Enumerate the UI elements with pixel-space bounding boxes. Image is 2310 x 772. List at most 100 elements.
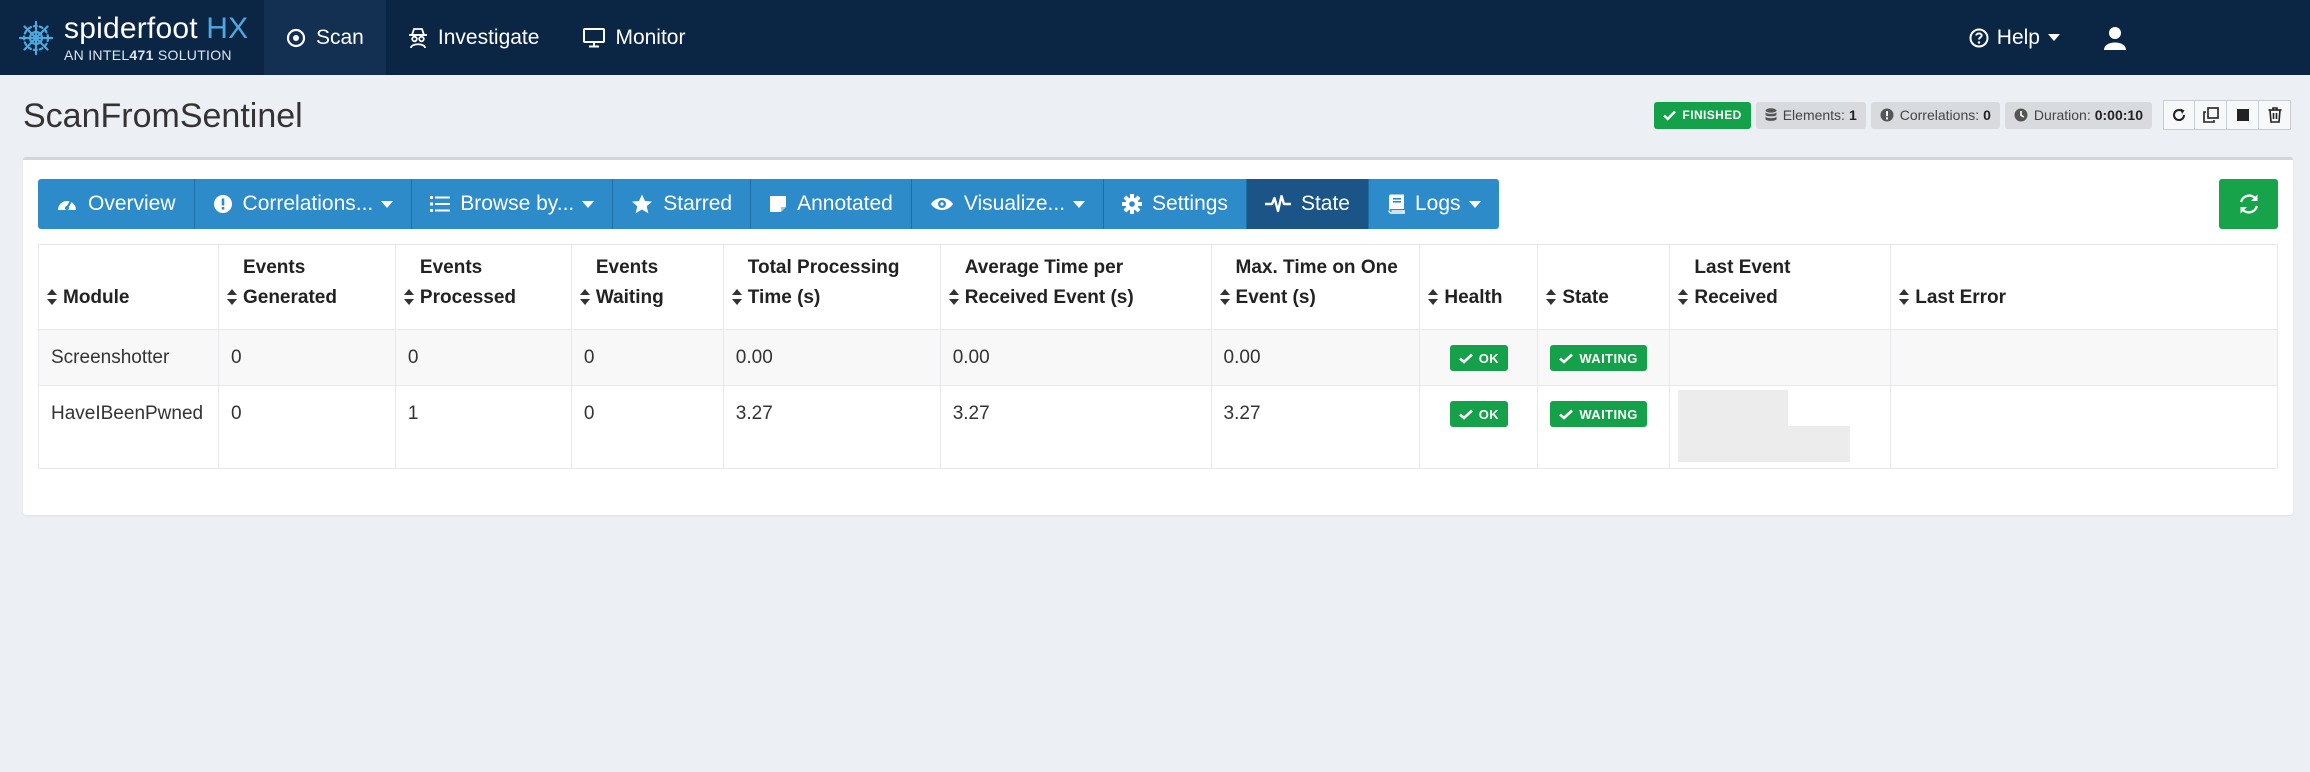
sort-icon xyxy=(1428,289,1439,305)
detective-icon xyxy=(408,27,427,48)
col-average-time[interactable]: Average Time per Received Event (s) xyxy=(939,244,1212,330)
exclamation-circle-icon xyxy=(1880,108,1894,122)
finished-badge: FINISHED xyxy=(1654,101,1751,129)
tab-browse[interactable]: Browse by... xyxy=(412,179,614,229)
elements-value: 1 xyxy=(1848,107,1857,123)
cell-max-time: 3.27 xyxy=(1210,385,1421,469)
spiderfoot-logo-icon xyxy=(18,20,54,55)
clock-icon xyxy=(2014,108,2028,122)
cell-events-processed: 1 xyxy=(394,385,572,469)
col-state[interactable]: State xyxy=(1537,244,1671,330)
chevron-down-icon xyxy=(2048,34,2060,41)
sort-icon xyxy=(579,289,590,305)
cell-total-time: 0.00 xyxy=(722,329,941,386)
cell-total-time: 3.27 xyxy=(722,385,941,469)
cell-events-waiting: 0 xyxy=(570,385,724,469)
trash-icon xyxy=(2268,107,2281,123)
brand-sub-post: SOLUTION xyxy=(153,46,232,63)
redo-icon xyxy=(2173,108,2186,121)
nav-investigate-label: Investigate xyxy=(437,25,540,49)
sort-icon xyxy=(1546,289,1557,305)
sort-icon xyxy=(403,289,414,305)
sort-icon xyxy=(226,289,237,305)
chevron-down-icon xyxy=(582,200,595,208)
tab-annotated-label: Annotated xyxy=(797,192,893,215)
col-max-time[interactable]: Max. Time on One Event (s) xyxy=(1210,244,1421,330)
nav-investigate[interactable]: Investigate xyxy=(386,0,562,75)
tab-starred-label: Starred xyxy=(663,192,733,215)
delete-scan-button[interactable] xyxy=(2259,100,2291,130)
state-badge: WAITING xyxy=(1550,401,1647,427)
tab-settings[interactable]: Settings xyxy=(1104,179,1247,229)
monitor-icon xyxy=(583,27,606,47)
nav-monitor-label: Monitor xyxy=(615,25,686,49)
clone-scan-button[interactable] xyxy=(2195,100,2227,130)
brand-name: spiderfoot xyxy=(64,11,198,45)
stop-scan-button[interactable] xyxy=(2227,100,2259,130)
rerun-scan-button[interactable] xyxy=(2163,100,2195,130)
brand-logo-link[interactable]: spiderfoot HX AN INTEL471 SOLUTION xyxy=(0,0,264,75)
duration-value: 0:00:10 xyxy=(2094,107,2143,123)
brand-sub-number: 471 xyxy=(129,46,154,63)
scan-icon xyxy=(286,28,306,47)
cell-events-generated: 0 xyxy=(217,385,396,469)
tab-starred[interactable]: Starred xyxy=(613,179,752,229)
tab-overview[interactable]: Overview xyxy=(38,179,195,229)
health-badge: OK xyxy=(1449,401,1509,427)
user-icon[interactable] xyxy=(2102,25,2128,51)
tab-visualize[interactable]: Visualize... xyxy=(912,179,1105,229)
top-navbar: spiderfoot HX AN INTEL471 SOLUTION Scan … xyxy=(0,0,2310,75)
sort-icon xyxy=(1219,289,1230,305)
col-health[interactable]: Health xyxy=(1419,244,1539,330)
nav-scan[interactable]: Scan xyxy=(264,0,386,75)
scan-tabs: Overview Correlations... Browse by... St… xyxy=(38,179,1499,229)
col-total-processing-time[interactable]: Total Processing Time (s) xyxy=(722,244,941,330)
col-last-event-received[interactable]: Last Event Received xyxy=(1669,244,1892,330)
col-events-processed[interactable]: Events Processed xyxy=(394,244,572,330)
tab-logs-label: Logs xyxy=(1414,192,1461,215)
cell-events-processed: 0 xyxy=(394,329,572,386)
eye-icon xyxy=(930,198,953,210)
page-title: ScanFromSentinel xyxy=(23,97,303,135)
gear-icon xyxy=(1122,194,1143,214)
refresh-button[interactable] xyxy=(2219,179,2278,229)
book-icon xyxy=(1388,194,1405,214)
col-events-generated[interactable]: Events Generated xyxy=(217,244,396,330)
col-module[interactable]: Module xyxy=(38,244,219,330)
col-events-waiting[interactable]: Events Waiting xyxy=(570,244,724,330)
check-icon xyxy=(1559,353,1574,364)
tachometer-icon xyxy=(58,200,76,210)
help-menu[interactable]: Help xyxy=(1969,26,2060,50)
nav-scan-label: Scan xyxy=(316,25,364,49)
health-badge: OK xyxy=(1449,345,1509,371)
finished-label: FINISHED xyxy=(1682,108,1742,122)
cell-last-event xyxy=(1669,329,1892,386)
cell-state: WAITING xyxy=(1537,385,1671,469)
tab-correlations[interactable]: Correlations... xyxy=(195,179,413,229)
database-icon xyxy=(1765,108,1777,121)
tab-state[interactable]: State xyxy=(1246,179,1369,229)
correlations-label: Correlations: xyxy=(1899,107,1980,123)
scan-actions xyxy=(2163,100,2291,130)
cell-max-time: 0.00 xyxy=(1210,329,1421,386)
cell-health: OK xyxy=(1419,329,1539,386)
sticky-note-icon xyxy=(770,196,787,212)
stop-icon xyxy=(2236,109,2249,121)
cell-events-waiting: 0 xyxy=(570,329,724,386)
tab-visualize-label: Visualize... xyxy=(963,192,1066,215)
sort-icon xyxy=(948,289,959,305)
cell-health: OK xyxy=(1419,385,1539,469)
cell-last-error xyxy=(1890,385,2278,469)
elements-badge: Elements: 1 xyxy=(1755,101,1866,129)
check-icon xyxy=(1458,353,1473,364)
check-icon xyxy=(1663,110,1677,121)
col-last-error[interactable]: Last Error xyxy=(1890,244,2278,330)
nav-monitor[interactable]: Monitor xyxy=(561,0,707,75)
sort-icon xyxy=(1899,289,1910,305)
elements-label: Elements: xyxy=(1782,107,1845,123)
tab-annotated[interactable]: Annotated xyxy=(751,179,912,229)
table-row: Screenshotter 0 0 0 0.00 0.00 0.00 OK WA… xyxy=(38,329,2278,386)
tab-browse-label: Browse by... xyxy=(460,192,575,215)
tab-logs[interactable]: Logs xyxy=(1369,179,1499,229)
cell-average-time: 0.00 xyxy=(939,329,1212,386)
